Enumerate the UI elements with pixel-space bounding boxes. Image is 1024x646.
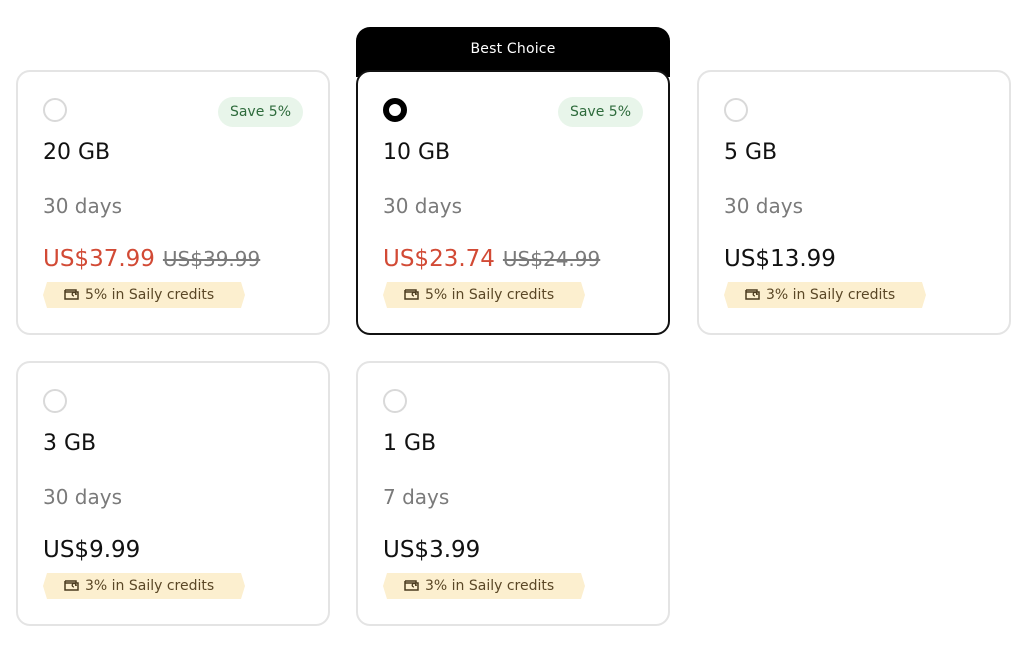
credits-label: 3% in Saily credits	[766, 287, 896, 303]
price-row: US$13.99	[724, 246, 836, 272]
plan-card-10gb[interactable]: Save 5% 10 GB 30 days US$23.74 US$24.99 5…	[356, 70, 670, 335]
plan-old-price: US$24.99	[502, 247, 601, 271]
plan-card-3gb[interactable]: 3 GB 30 days US$9.99 3% in Saily credits	[16, 361, 330, 626]
plan-data-amount: 10 GB	[383, 140, 451, 165]
plan-radio[interactable]	[724, 98, 748, 122]
save-badge: Save 5%	[557, 97, 643, 127]
wallet-icon	[404, 289, 419, 300]
price-row: US$9.99	[43, 537, 140, 563]
credits-badge: 5% in Saily credits	[383, 282, 585, 308]
plan-card-5gb[interactable]: 5 GB 30 days US$13.99 3% in Saily credit…	[697, 70, 1011, 335]
credits-badge: 3% in Saily credits	[383, 573, 585, 599]
wallet-icon	[745, 289, 760, 300]
plan-price: US$13.99	[724, 246, 836, 272]
credits-label: 5% in Saily credits	[85, 287, 215, 303]
credits-badge: 5% in Saily credits	[43, 282, 245, 308]
plan-card-1gb[interactable]: 1 GB 7 days US$3.99 3% in Saily credits	[356, 361, 670, 626]
price-row: US$23.74 US$24.99	[383, 246, 600, 272]
plan-radio-selected[interactable]	[383, 98, 407, 122]
credits-label: 3% in Saily credits	[425, 578, 555, 594]
plan-old-price: US$39.99	[162, 247, 261, 271]
plan-price: US$9.99	[43, 537, 141, 563]
plan-duration: 7 days	[383, 485, 450, 509]
plan-card-20gb[interactable]: Save 5% 20 GB 30 days US$37.99 US$39.99 5…	[16, 70, 330, 335]
credits-label: 3% in Saily credits	[85, 578, 215, 594]
plan-price: US$23.74	[383, 246, 495, 272]
credits-badge: 3% in Saily credits	[724, 282, 926, 308]
wallet-icon	[404, 580, 419, 591]
plan-data-amount: 5 GB	[724, 140, 778, 165]
save-badge: Save 5%	[217, 97, 303, 127]
plan-data-amount: 1 GB	[383, 431, 437, 456]
plan-duration: 30 days	[43, 485, 123, 509]
price-row: US$37.99 US$39.99	[43, 246, 260, 272]
plan-data-amount: 3 GB	[43, 431, 97, 456]
plan-price: US$37.99	[43, 246, 155, 272]
plan-duration: 30 days	[43, 194, 123, 218]
wallet-icon	[64, 289, 79, 300]
plan-radio[interactable]	[43, 98, 67, 122]
credits-label: 5% in Saily credits	[425, 287, 555, 303]
wallet-icon	[64, 580, 79, 591]
plan-price: US$3.99	[383, 537, 481, 563]
credits-badge: 3% in Saily credits	[43, 573, 245, 599]
plan-duration: 30 days	[383, 194, 463, 218]
plan-data-amount: 20 GB	[43, 140, 111, 165]
price-row: US$3.99	[383, 537, 480, 563]
plan-radio[interactable]	[43, 389, 67, 413]
plan-duration: 30 days	[724, 194, 804, 218]
best-choice-label: Best Choice	[470, 41, 556, 57]
plan-radio[interactable]	[383, 389, 407, 413]
